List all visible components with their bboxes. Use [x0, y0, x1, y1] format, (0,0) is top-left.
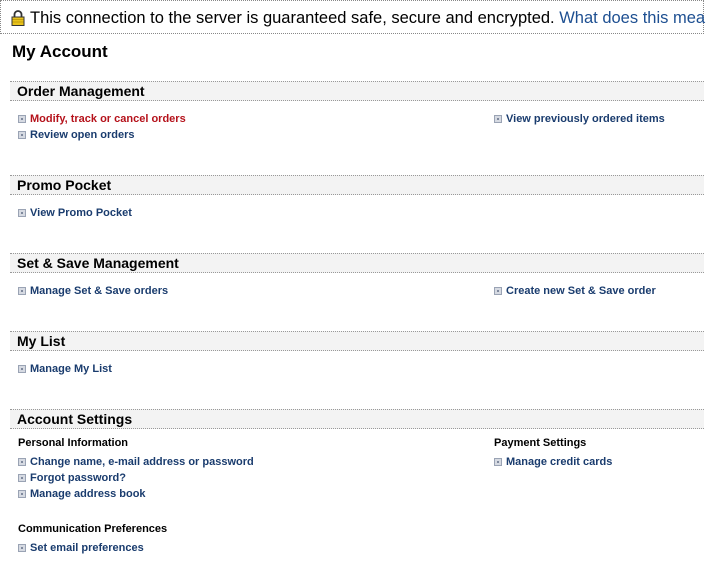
modify-track-cancel-orders-link[interactable]: Modify, track or cancel orders: [18, 112, 186, 126]
manage-credit-cards-link[interactable]: Manage credit cards: [494, 455, 612, 469]
communication-preferences-heading: Communication Preferences: [18, 523, 168, 535]
section-title: Account Settings: [17, 411, 133, 427]
payment-settings-heading: Payment Settings: [494, 437, 587, 449]
link-label: Manage Set & Save orders: [30, 285, 169, 297]
manage-set-save-orders-link[interactable]: Manage Set & Save orders: [18, 284, 168, 298]
secure-message-text: This connection to the server is guarant…: [30, 9, 555, 27]
manage-my-list-link[interactable]: Manage My List: [18, 362, 112, 376]
page-title: My Account: [12, 42, 108, 61]
section-title: Set & Save Management: [17, 255, 179, 271]
lock-icon: [11, 10, 25, 26]
section-header-promo-pocket: Promo Pocket: [10, 175, 704, 195]
bullet-icon: [18, 365, 26, 373]
bullet-icon: [18, 209, 26, 217]
section-title: Order Management: [17, 83, 145, 99]
review-open-orders-link[interactable]: Review open orders: [18, 128, 135, 142]
bullet-icon: [18, 115, 26, 123]
link-label: Forgot password?: [30, 472, 126, 484]
bullet-icon: [18, 544, 26, 552]
link-label: Manage credit cards: [506, 456, 613, 468]
section-header-order-management: Order Management: [10, 81, 704, 101]
link-label: Set email preferences: [30, 542, 144, 554]
create-new-set-save-order-link[interactable]: Create new Set & Save order: [494, 284, 656, 298]
bullet-icon: [18, 287, 26, 295]
forgot-password-link[interactable]: Forgot password?: [18, 471, 126, 485]
section-header-set-save: Set & Save Management: [10, 253, 704, 273]
link-label: Review open orders: [30, 129, 135, 141]
link-label: View Promo Pocket: [30, 207, 132, 219]
section-header-my-list: My List: [10, 331, 704, 351]
link-label: Change name, e-mail address or password: [30, 456, 254, 468]
personal-information-heading: Personal Information: [18, 437, 129, 449]
link-label: Manage address book: [30, 488, 146, 500]
manage-address-book-link[interactable]: Manage address book: [18, 487, 146, 501]
bullet-icon: [494, 458, 502, 466]
bullet-icon: [18, 490, 26, 498]
link-label: Modify, track or cancel orders: [30, 113, 186, 125]
section-title: My List: [17, 333, 66, 349]
link-label: View previously ordered items: [506, 113, 665, 125]
what-does-this-mean-link[interactable]: What does this mean?: [559, 9, 706, 27]
bullet-icon: [494, 115, 502, 123]
bullet-icon: [494, 287, 502, 295]
change-name-email-password-link[interactable]: Change name, e-mail address or password: [18, 455, 254, 469]
set-email-preferences-link[interactable]: Set email preferences: [18, 541, 144, 555]
link-label: Manage My List: [30, 363, 112, 375]
bullet-icon: [18, 131, 26, 139]
section-title: Promo Pocket: [17, 177, 112, 193]
section-header-account-settings: Account Settings: [10, 409, 704, 429]
view-promo-pocket-link[interactable]: View Promo Pocket: [18, 206, 132, 220]
secure-connection-bar: This connection to the server is guarant…: [0, 0, 706, 34]
bullet-icon: [18, 458, 26, 466]
secure-message: This connection to the server is guarant…: [30, 9, 706, 28]
link-label: Create new Set & Save order: [506, 285, 656, 297]
bullet-icon: [18, 474, 26, 482]
view-previously-ordered-items-link[interactable]: View previously ordered items: [494, 112, 665, 126]
